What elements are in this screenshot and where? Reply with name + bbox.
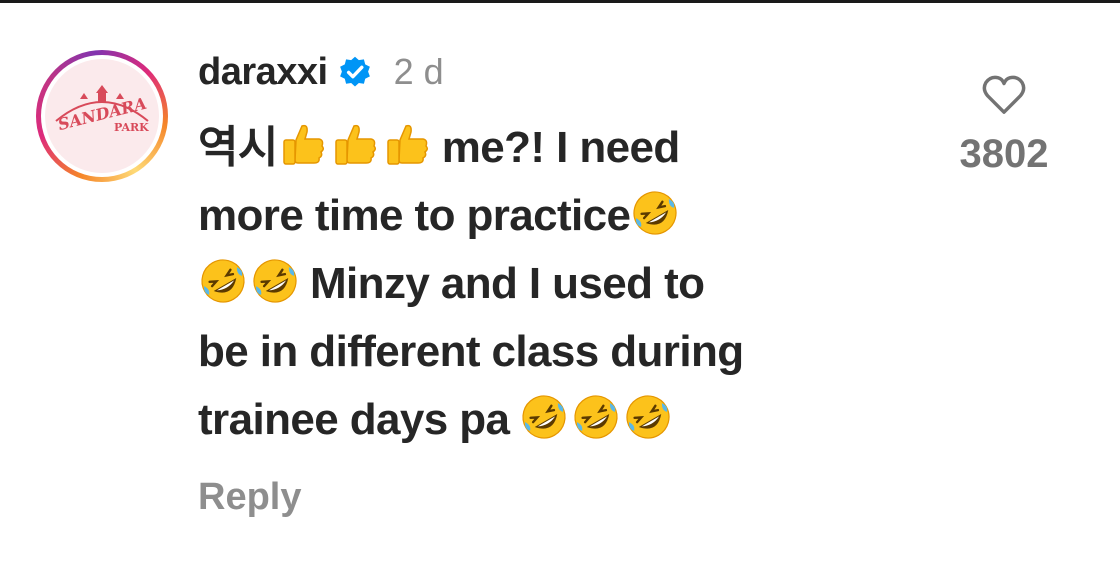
comment-line-3: Minzy and I used to <box>198 250 888 318</box>
sandara-park-logo-icon: SANDARA PARK <box>55 85 149 134</box>
comment-header: daraxxi 2 d <box>198 46 444 98</box>
comment-timestamp: 2 d <box>393 51 444 92</box>
thumbs-up-emoji-icon <box>335 124 376 165</box>
like-count: 3802 <box>959 132 1049 176</box>
comment-line-4: be in different class during <box>198 318 888 386</box>
rofl-emoji-icon <box>522 395 566 439</box>
svg-text:PARK: PARK <box>114 121 149 134</box>
comment-text-segment: trainee days pa <box>198 395 510 444</box>
comment-line-5: trainee days pa <box>198 386 888 454</box>
avatar-logo: SANDARA PARK <box>45 59 159 173</box>
rofl-emoji-icon <box>626 395 670 439</box>
comment: SANDARA PARK daraxxi 2 d 역시 me?! I need m… <box>0 0 1120 568</box>
comment-text-segment: Minzy and I used to <box>310 259 705 308</box>
verified-badge-icon <box>339 56 370 87</box>
comment-line-2: more time to practice <box>198 182 888 250</box>
rofl-emoji-icon <box>253 259 297 303</box>
thumbs-up-emoji-icon <box>387 124 428 165</box>
comment-text-segment: more time to practice <box>198 191 631 240</box>
thumbs-up-emoji-icon <box>283 124 324 165</box>
rofl-emoji-icon <box>633 191 678 235</box>
heart-icon[interactable] <box>981 74 1027 116</box>
comment-text-segment: be in different class during <box>198 327 744 376</box>
rofl-emoji-icon <box>201 259 245 303</box>
avatar[interactable]: SANDARA PARK <box>36 50 168 182</box>
reply-button[interactable]: Reply <box>198 476 301 519</box>
like-column: 3802 <box>936 74 1072 177</box>
comment-line-1: 역시 me?! I need <box>198 114 888 182</box>
comment-text: 역시 me?! I need more time to practice Minz… <box>198 114 888 454</box>
rofl-emoji-icon <box>574 395 618 439</box>
username-link[interactable]: daraxxi <box>198 51 328 94</box>
comment-text-segment: me?! I need <box>441 123 681 172</box>
comment-text-segment: 역시 <box>198 123 278 172</box>
